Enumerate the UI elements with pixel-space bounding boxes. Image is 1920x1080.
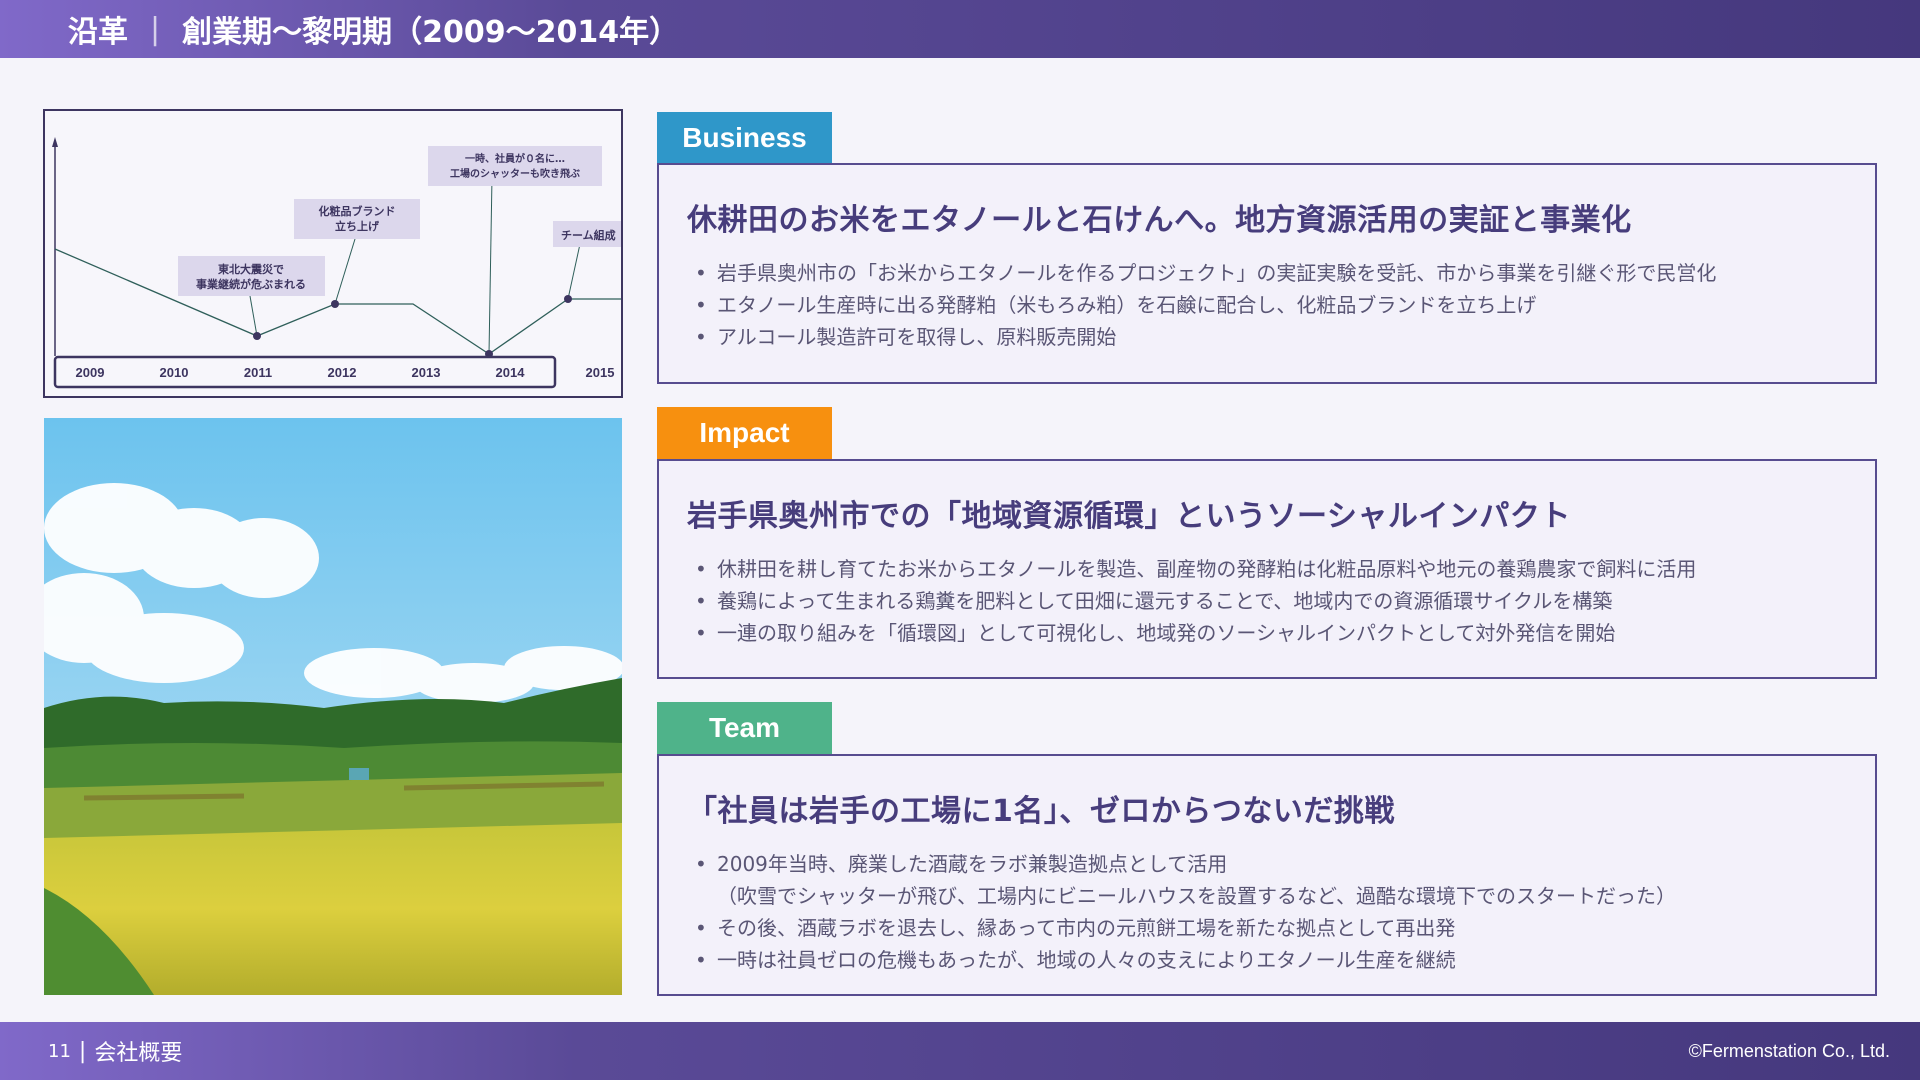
list-item: その後、酒蔵ラボを退去し、縁あって市内の元煎餅工場を新たな拠点として再出発 bbox=[687, 912, 1847, 944]
footer-bar: 11 | 会社概要 ©Fermenstation Co., Ltd. bbox=[0, 1022, 1920, 1080]
event-2012-line1: 化粧品ブランド bbox=[319, 204, 396, 218]
list-item: 一連の取り組みを「循環図」として可視化し、地域発のソーシャルインパクトとして対外… bbox=[687, 617, 1847, 649]
year-label: 2014 bbox=[496, 365, 526, 380]
year-label: 2015 bbox=[586, 365, 615, 380]
pointer-2011 bbox=[249, 295, 258, 337]
point-2012 bbox=[331, 300, 339, 308]
business-bullets: 岩手県奥州市の「お米からエタノールを作るプロジェクト」の実証実験を受託、市から事… bbox=[687, 257, 1847, 353]
year-label: 2012 bbox=[328, 365, 357, 380]
tag-business: Business bbox=[657, 112, 832, 164]
impact-bullets: 休耕田を耕し育てたお米からエタノールを製造、副産物の発酵粕は化粧品原料や地元の養… bbox=[687, 553, 1847, 649]
timeline-axis-arrow bbox=[52, 137, 58, 147]
footer-separator: | bbox=[78, 1038, 87, 1064]
timeline-line bbox=[54, 248, 621, 355]
team-bullet1-line1: 2009年当時、廃業した酒蔵をラボ兼製造拠点として活用 bbox=[717, 852, 1228, 876]
event-2014-line2: 工場のシャッターも吹き飛ぶ bbox=[450, 167, 580, 180]
card-business: 休耕田のお米をエタノールと石けんへ。地方資源活用の実証と事業化 岩手県奥州市の「… bbox=[657, 163, 1877, 384]
rice-field-photo bbox=[44, 418, 622, 995]
list-item: 一時は社員ゼロの危機もあったが、地域の人々の支えによりエタノール生産を継続 bbox=[687, 944, 1847, 976]
header-separator: | bbox=[150, 11, 161, 47]
business-heading: 休耕田のお米をエタノールと石けんへ。地方資源活用の実証と事業化 bbox=[687, 203, 1632, 238]
card-team: 「社員は岩手の工場に1名」、ゼロからつないだ挑戦 2009年当時、廃業した酒蔵を… bbox=[657, 754, 1877, 996]
card-impact: 岩手県奥州市での「地域資源循環」というソーシャルインパクト 休耕田を耕し育てたお… bbox=[657, 459, 1877, 679]
section-label: 沿革 bbox=[68, 15, 128, 50]
page-title: 創業期～黎明期（2009～2014年） bbox=[182, 15, 680, 50]
event-box-2014 bbox=[428, 146, 602, 186]
timeline-svg: 東北大震災で 事業継続が危ぶまれる 化粧品ブランド 立ち上げ 一時、社員が０名に… bbox=[52, 137, 621, 389]
timeline-chart: 東北大震災で 事業継続が危ぶまれる 化粧品ブランド 立ち上げ 一時、社員が０名に… bbox=[43, 109, 623, 398]
pointer-2015 bbox=[567, 243, 581, 300]
page-number: 11 bbox=[48, 1040, 71, 1062]
tag-team: Team bbox=[657, 702, 832, 754]
tag-impact: Impact bbox=[657, 407, 832, 459]
year-label: 2010 bbox=[160, 365, 189, 380]
impact-heading: 岩手県奥州市での「地域資源循環」というソーシャルインパクト bbox=[687, 499, 1571, 534]
event-2011-line1: 東北大震災で bbox=[218, 262, 284, 276]
footer-left: 11 | 会社概要 bbox=[48, 1035, 182, 1067]
rice-field-illustration bbox=[44, 418, 622, 995]
pointer-2014 bbox=[488, 176, 493, 355]
point-2011 bbox=[253, 332, 261, 340]
list-item: 休耕田を耕し育てたお米からエタノールを製造、副産物の発酵粕は化粧品原料や地元の養… bbox=[687, 553, 1847, 585]
list-item: 養鶏によって生まれる鶏糞を肥料として田畑に還元することで、地域内での資源循環サイ… bbox=[687, 585, 1847, 617]
header-bar: 沿革 | 創業期～黎明期（2009～2014年） bbox=[0, 0, 1920, 58]
year-labels: 2009 2010 2011 2012 2013 2014 2015 bbox=[76, 365, 615, 380]
event-2015-line1: チーム組成 bbox=[561, 228, 616, 242]
copyright: ©Fermenstation Co., Ltd. bbox=[1688, 1040, 1890, 1061]
pointer-2012 bbox=[334, 238, 356, 305]
event-2011-line2: 事業継続が危ぶまれる bbox=[196, 277, 306, 291]
team-bullets: 2009年当時、廃業した酒蔵をラボ兼製造拠点として活用 （吹雪でシャッターが飛び… bbox=[687, 848, 1847, 976]
year-label: 2013 bbox=[412, 365, 441, 380]
list-item: 2009年当時、廃業した酒蔵をラボ兼製造拠点として活用 （吹雪でシャッターが飛び… bbox=[687, 848, 1847, 912]
list-item: 岩手県奥州市の「お米からエタノールを作るプロジェクト」の実証実験を受託、市から事… bbox=[687, 257, 1847, 289]
team-heading: 「社員は岩手の工場に1名」、ゼロからつないだ挑戦 bbox=[687, 794, 1395, 829]
point-2015 bbox=[564, 295, 572, 303]
year-label: 2009 bbox=[76, 365, 105, 380]
year-axis-box bbox=[53, 355, 557, 389]
year-label: 2011 bbox=[244, 365, 272, 380]
list-item: アルコール製造許可を取得し、原料販売開始 bbox=[687, 321, 1847, 353]
list-item: エタノール生産時に出る発酵粕（米もろみ粕）を石鹸に配合し、化粧品ブランドを立ち上… bbox=[687, 289, 1847, 321]
event-2014-line1: 一時、社員が０名に… bbox=[465, 152, 565, 165]
team-bullet1-line2: （吹雪でシャッターが飛び、工場内にビニールハウスを設置するなど、過酷な環境下での… bbox=[717, 884, 1676, 908]
event-2012-line2: 立ち上げ bbox=[335, 219, 380, 233]
footer-section-name: 会社概要 bbox=[94, 1041, 183, 1066]
